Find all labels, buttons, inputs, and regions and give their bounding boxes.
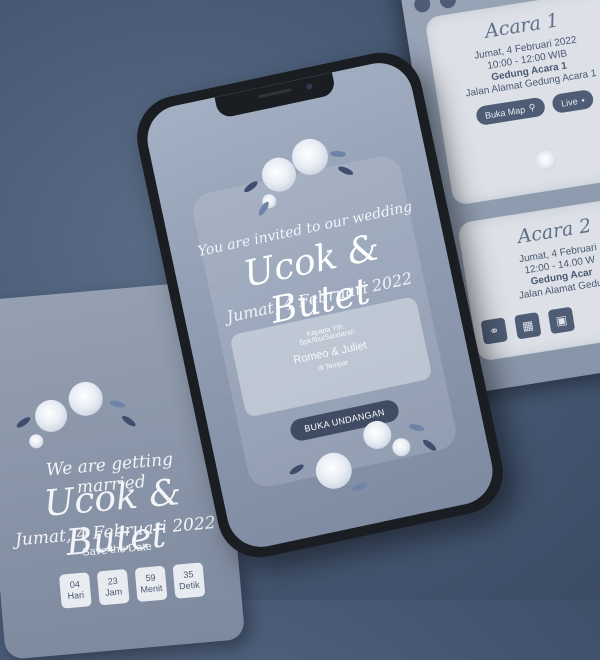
map-pin-icon: ⚲ (528, 101, 537, 113)
countdown-unit: Jam (104, 586, 123, 598)
strip-top-icons (413, 0, 458, 14)
leaf-decoration (329, 150, 347, 158)
leaf-decoration (15, 415, 32, 430)
leaf-decoration (108, 399, 126, 410)
live-button[interactable]: Live • (550, 88, 595, 115)
open-map-button[interactable]: Buka Map ⚲ (474, 96, 546, 127)
rings-icon[interactable]: ⚭ (480, 317, 508, 345)
countdown-unit: Hari (67, 589, 85, 602)
flower-decoration (28, 433, 44, 449)
countdown-unit: Menit (140, 582, 163, 595)
flower-decoration (67, 380, 105, 418)
countdown-seconds: 35 Detik (172, 562, 206, 599)
open-map-label: Buka Map (484, 104, 526, 121)
leaf-decoration (120, 414, 138, 429)
countdown: 04 Hari 23 Jam 59 Menit 35 Detik (58, 562, 206, 609)
leaf-decoration (351, 480, 369, 493)
broadcast-icon: • (580, 94, 586, 105)
countdown-days: 04 Hari (58, 572, 92, 609)
live-label: Live (560, 95, 579, 109)
nav-dot-icon[interactable] (413, 0, 432, 14)
calendar-icon[interactable]: ▦ (514, 311, 542, 340)
flower-decoration (534, 149, 558, 173)
gallery-icon[interactable]: ▣ (547, 306, 576, 335)
countdown-unit: Detik (178, 579, 201, 592)
countdown-minutes: 59 Menit (134, 565, 168, 603)
phone-notch (214, 72, 337, 119)
speaker-grille (258, 88, 292, 99)
front-camera (305, 82, 313, 91)
nav-dot-icon[interactable] (438, 0, 458, 10)
event-card-1: Acara 1 Jumat, 4 Februari 2022 10:00 - 1… (424, 0, 600, 206)
flower-decoration (33, 398, 69, 434)
